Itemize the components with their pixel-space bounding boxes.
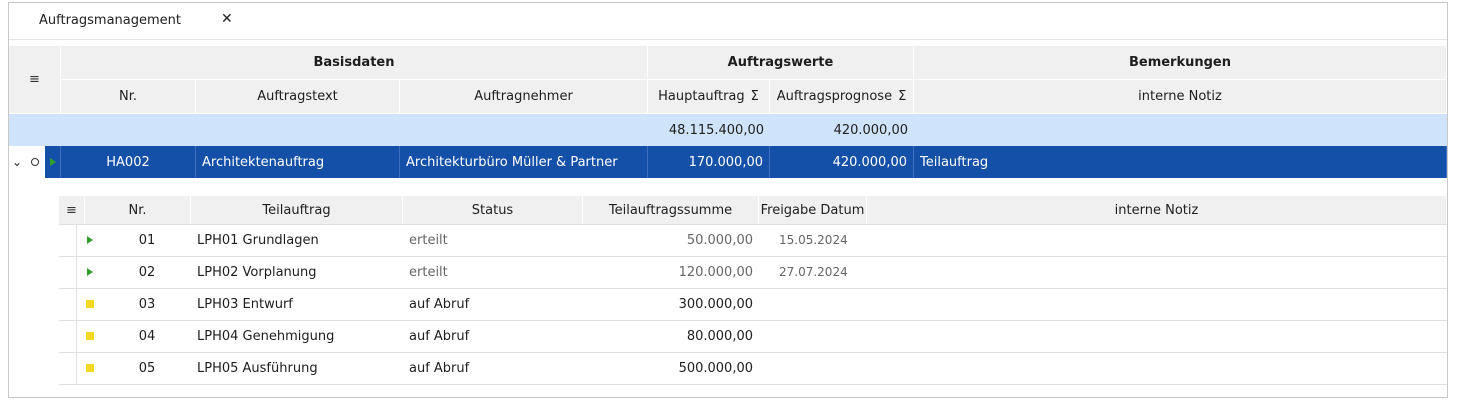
detail-cell-freigabe[interactable] xyxy=(759,288,867,320)
header-nr[interactable]: Nr. xyxy=(61,80,196,114)
header-auftragsprognose-label: Auftragsprognose xyxy=(776,89,893,104)
detail-cell-nr[interactable]: 02 xyxy=(103,256,191,288)
tab-auftragsmanagement[interactable]: Auftragsmanagement xyxy=(39,13,181,28)
table-row[interactable]: 02 LPH02 Vorplanung erteilt 120.000,00 2… xyxy=(59,256,1447,289)
summary-row: 48.115.400,00 420.000,00 xyxy=(9,114,1447,146)
header-hauptauftrag-label: Hauptauftrag xyxy=(658,89,745,104)
detail-cell-status[interactable]: auf Abruf xyxy=(403,288,583,320)
tab-bar: Auftragsmanagement ✕ xyxy=(9,3,1447,40)
detail-cell-nr[interactable]: 03 xyxy=(103,288,191,320)
header-hauptauftrag[interactable]: Hauptauftrag Σ xyxy=(648,80,770,114)
detail-cell-teilauftrag[interactable]: LPH01 Grundlagen xyxy=(191,224,403,256)
status-marker xyxy=(77,352,103,384)
detail-column-chooser[interactable]: ≡ xyxy=(59,196,85,224)
detail-cell-status[interactable]: auf Abruf xyxy=(403,320,583,352)
status-marker xyxy=(77,320,103,352)
detail-cell-freigabe[interactable] xyxy=(759,320,867,352)
table-row[interactable]: 03 LPH03 Entwurf auf Abruf 300.000,00 xyxy=(59,288,1447,321)
status-marker xyxy=(77,288,103,320)
detail-cell-teilauftrag[interactable]: LPH04 Genehmigung xyxy=(191,320,403,352)
square-icon xyxy=(86,332,94,340)
play-icon xyxy=(87,268,93,276)
chevron-down-icon[interactable]: ⌄ xyxy=(12,155,22,169)
detail-cell-nr[interactable]: 04 xyxy=(103,320,191,352)
close-icon[interactable]: ✕ xyxy=(221,11,233,27)
play-icon xyxy=(87,236,93,244)
circle-icon xyxy=(31,158,39,166)
group-basisdaten: Basisdaten xyxy=(61,46,648,80)
status-marker xyxy=(77,256,103,288)
expand-toggle[interactable]: ⌄ xyxy=(9,146,25,178)
detail-header-freigabe[interactable]: Freigabe Datum xyxy=(759,196,867,224)
row-state-cell[interactable] xyxy=(25,146,45,178)
detail-header-teilauftrag[interactable]: Teilauftrag xyxy=(191,196,403,224)
cell-hauptauftrag[interactable]: 170.000,00 xyxy=(648,146,770,178)
cell-auftragstext[interactable]: Architektenauftrag xyxy=(196,146,400,178)
table-row[interactable]: 01 LPH01 Grundlagen erteilt 50.000,00 15… xyxy=(59,224,1447,257)
group-header-row: ≡ Basisdaten Auftragswerte Bemerkungen xyxy=(9,46,1447,114)
detail-cell-freigabe[interactable]: 15.05.2024 xyxy=(759,224,867,256)
summary-auftragsprognose: 420.000,00 xyxy=(833,122,908,138)
detail-header-summe[interactable]: Teilauftragssumme xyxy=(583,196,759,224)
status-marker xyxy=(77,224,103,256)
detail-cell-summe[interactable]: 500.000,00 xyxy=(583,352,759,384)
row-gutter xyxy=(59,224,77,256)
table-row[interactable]: 04 LPH04 Genehmigung auf Abruf 80.000,00 xyxy=(59,320,1447,353)
cell-interne-notiz[interactable]: Teilauftrag xyxy=(914,146,1447,178)
detail-header-status[interactable]: Status xyxy=(403,196,583,224)
table-row[interactable]: ⌄ HA002 Architektenauftrag Architekturbü… xyxy=(9,146,1447,178)
sum-icon[interactable]: Σ xyxy=(898,89,906,104)
detail-cell-status[interactable]: erteilt xyxy=(403,224,583,256)
play-icon xyxy=(49,158,56,166)
column-header-row: Nr. Auftragstext Auftragnehmer Hauptauft… xyxy=(9,80,1447,114)
window: Auftragsmanagement ✕ ≡ Basisdaten Auftra… xyxy=(8,2,1448,398)
detail-header-notiz[interactable]: interne Notiz xyxy=(867,196,1447,224)
header-auftragsprognose[interactable]: Auftragsprognose Σ xyxy=(770,80,914,114)
cell-auftragnehmer[interactable]: Architekturbüro Müller & Partner xyxy=(400,146,648,178)
detail-cell-summe[interactable]: 80.000,00 xyxy=(583,320,759,352)
row-gutter xyxy=(59,320,77,352)
selected-row[interactable]: HA002 Architektenauftrag Architekturbüro… xyxy=(45,146,1447,178)
detail-cell-status[interactable]: erteilt xyxy=(403,256,583,288)
detail-cell-freigabe[interactable]: 27.07.2024 xyxy=(759,256,867,288)
row-gutter xyxy=(59,256,77,288)
detail-cell-status[interactable]: auf Abruf xyxy=(403,352,583,384)
header-auftragnehmer[interactable]: Auftragnehmer xyxy=(400,80,648,114)
header-auftragstext[interactable]: Auftragstext xyxy=(196,80,400,114)
detail-cell-nr[interactable]: 01 xyxy=(103,224,191,256)
row-gutter xyxy=(59,288,77,320)
table-row[interactable]: 05 LPH05 Ausführung auf Abruf 500.000,00 xyxy=(59,352,1447,385)
square-icon xyxy=(86,300,94,308)
detail-cell-summe[interactable]: 300.000,00 xyxy=(583,288,759,320)
cell-nr[interactable]: HA002 xyxy=(61,146,196,178)
header-interne-notiz[interactable]: interne Notiz xyxy=(914,80,1447,114)
row-gutter xyxy=(59,352,77,384)
group-bemerkungen: Bemerkungen xyxy=(914,46,1447,80)
detail-cell-teilauftrag[interactable]: LPH03 Entwurf xyxy=(191,288,403,320)
detail-cell-nr[interactable]: 05 xyxy=(103,352,191,384)
detail-cell-teilauftrag[interactable]: LPH05 Ausführung xyxy=(191,352,403,384)
detail-header-nr[interactable]: Nr. xyxy=(85,196,191,224)
detail-cell-teilauftrag[interactable]: LPH02 Vorplanung xyxy=(191,256,403,288)
column-menu-icon[interactable]: ≡ xyxy=(66,203,77,218)
detail-header-row: ≡ Nr. Teilauftrag Status Teilauftragssum… xyxy=(59,196,1447,225)
cell-auftragsprognose[interactable]: 420.000,00 xyxy=(770,146,914,178)
summary-hauptauftrag: 48.115.400,00 xyxy=(668,122,764,138)
square-icon xyxy=(86,364,94,372)
row-indicator xyxy=(45,146,61,178)
detail-cell-summe[interactable]: 120.000,00 xyxy=(583,256,759,288)
sum-icon[interactable]: Σ xyxy=(751,89,759,104)
detail-cell-freigabe[interactable] xyxy=(759,352,867,384)
group-auftragswerte: Auftragswerte xyxy=(648,46,914,80)
detail-cell-summe[interactable]: 50.000,00 xyxy=(583,224,759,256)
